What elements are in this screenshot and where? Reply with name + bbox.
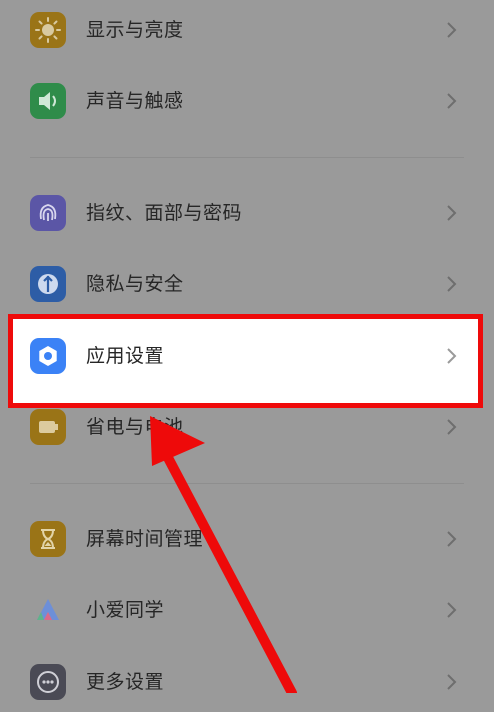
- settings-item-xiaoai[interactable]: 小爱同学: [0, 580, 494, 640]
- settings-item-label: 小爱同学: [86, 599, 165, 621]
- settings-item-label: 屏幕时间管理: [86, 528, 204, 550]
- chevron-right-icon: [447, 93, 457, 109]
- settings-item-label: 显示与亮度: [86, 19, 184, 41]
- chevron-right-icon: [447, 531, 457, 547]
- chevron-right-icon: [447, 22, 457, 38]
- speaker-icon: [30, 83, 66, 119]
- settings-item-privacy[interactable]: 隐私与安全: [0, 254, 494, 314]
- chevron-right-icon: [447, 419, 457, 435]
- hourglass-icon: [30, 521, 66, 557]
- settings-item-label: 隐私与安全: [86, 273, 184, 295]
- more-icon: [30, 664, 66, 700]
- annotation-highlight-box: [8, 314, 483, 408]
- section-divider: [30, 483, 464, 484]
- settings-item-label: 更多设置: [86, 671, 165, 693]
- chevron-right-icon: [447, 205, 457, 221]
- privacy-icon: [30, 266, 66, 302]
- settings-item-label: 省电与电池: [86, 416, 184, 438]
- settings-item-battery[interactable]: 省电与电池: [0, 397, 494, 457]
- chevron-right-icon: [447, 602, 457, 618]
- xiaoai-icon: [30, 592, 66, 628]
- sun-icon: [30, 12, 66, 48]
- settings-item-screen-time[interactable]: 屏幕时间管理: [0, 509, 494, 569]
- chevron-right-icon: [447, 674, 457, 690]
- settings-item-label: 指纹、面部与密码: [86, 202, 243, 224]
- battery-icon: [30, 409, 66, 445]
- settings-item-display[interactable]: 显示与亮度: [0, 0, 494, 60]
- settings-item-label: 声音与触感: [86, 90, 184, 112]
- fingerprint-icon: [30, 195, 66, 231]
- settings-item-fingerprint[interactable]: 指纹、面部与密码: [0, 183, 494, 243]
- section-divider: [30, 157, 464, 158]
- settings-item-more[interactable]: 更多设置: [0, 652, 494, 712]
- chevron-right-icon: [447, 276, 457, 292]
- settings-item-sound[interactable]: 声音与触感: [0, 71, 494, 131]
